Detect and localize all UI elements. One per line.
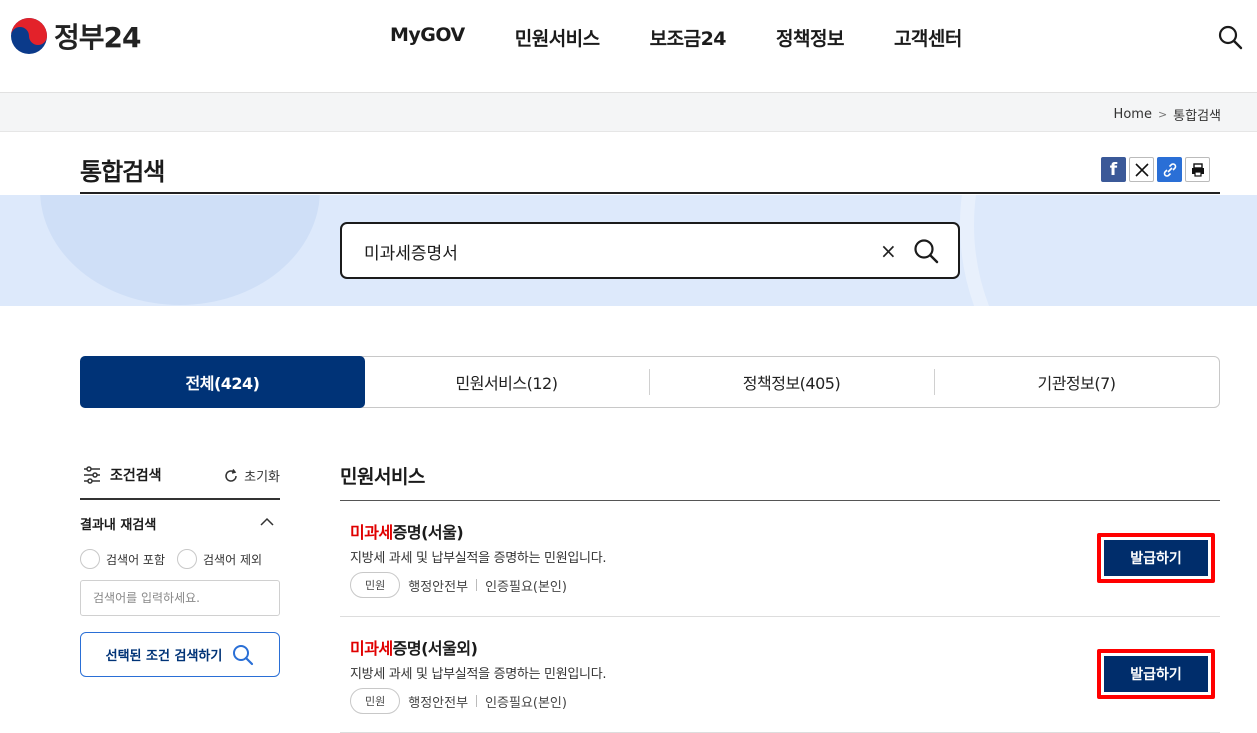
result-meta: 민원 행정안전부 인증필요(본인) xyxy=(350,688,567,714)
radio-circle[interactable] xyxy=(80,549,100,569)
title-rest: 증명(서울외) xyxy=(392,639,478,658)
reset-label: 초기화 xyxy=(244,470,280,485)
radio-circle[interactable] xyxy=(177,549,198,569)
reset-button[interactable]: 초기화 xyxy=(223,466,280,485)
title-highlight: 미과세 xyxy=(350,639,393,658)
refresh-icon xyxy=(225,468,237,482)
exclude-label: 검색어 제외 xyxy=(203,552,263,567)
agency-name: 행정안전부 xyxy=(408,695,469,711)
filter-sliders-icon xyxy=(84,466,100,484)
breadcrumb-home[interactable]: Home xyxy=(1114,107,1152,122)
refine-options: 검색어 포함 검색어 제외 xyxy=(80,549,262,569)
tab-civil-service[interactable]: 민원서비스(12) xyxy=(364,357,649,407)
search-icon[interactable] xyxy=(912,237,940,265)
main-search-box: × xyxy=(340,222,960,279)
filter-sidebar: 조건검색 초기화 결과내 재검색 검색어 포함 검색어 제외 선택된 조건 검색… xyxy=(80,456,280,677)
apply-conditions-label: 선택된 조건 검색하기 xyxy=(105,649,223,664)
banner-decoration xyxy=(960,195,1257,306)
clear-icon[interactable]: × xyxy=(880,239,897,263)
refine-search-input[interactable] xyxy=(80,580,280,616)
exclude-radio[interactable]: 검색어 제외 xyxy=(177,549,262,569)
site-header: 정부24 MyGOV 민원서비스 보조금24 정책정보 고객센터 xyxy=(0,0,1257,92)
issue-button[interactable]: 발급하기 xyxy=(1104,656,1208,692)
tab-all[interactable]: 전체(424) xyxy=(80,356,365,408)
taegeuk-logo-icon xyxy=(11,18,47,54)
title-row: 통합검색 f xyxy=(80,132,1220,194)
refine-title: 결과내 재검색 xyxy=(80,518,157,533)
results-section: 민원서비스 미과세증명(서울) 지방세 과세 및 납부실적을 증명하는 민원입니… xyxy=(340,456,1220,733)
breadcrumb-current: 통합검색 xyxy=(1173,109,1221,124)
auth-requirement: 인증필요(본인) xyxy=(485,579,567,595)
filter-header: 조건검색 초기화 xyxy=(80,456,280,500)
nav-civil-service[interactable]: 민원서비스 xyxy=(515,24,600,51)
meta-divider xyxy=(476,579,478,591)
nav-policy-info[interactable]: 정책정보 xyxy=(776,24,844,51)
print-icon[interactable] xyxy=(1185,157,1210,182)
result-meta: 민원 행정안전부 인증필요(본인) xyxy=(350,572,567,598)
nav-mygov[interactable]: MyGOV xyxy=(390,24,465,51)
logo-text: 정부24 xyxy=(54,21,141,54)
result-item: 미과세증명(서울외) 지방세 과세 및 납부실적을 증명하는 민원입니다. 민원… xyxy=(340,617,1220,733)
tab-agency-info[interactable]: 기관정보(7) xyxy=(934,357,1219,407)
agency-name: 행정안전부 xyxy=(408,579,469,595)
breadcrumb: Home > 통합검색 xyxy=(1114,105,1221,124)
category-badge: 민원 xyxy=(350,688,401,714)
copy-link-icon[interactable] xyxy=(1157,157,1182,182)
auth-requirement: 인증필요(본인) xyxy=(485,695,567,711)
result-title[interactable]: 미과세증명(서울) xyxy=(350,519,464,543)
result-description: 지방세 과세 및 납부실적을 증명하는 민원입니다. xyxy=(350,667,607,682)
title-highlight: 미과세 xyxy=(350,523,393,542)
highlight-box: 발급하기 xyxy=(1097,533,1215,583)
search-icon xyxy=(233,644,254,665)
result-description: 지방세 과세 및 납부실적을 증명하는 민원입니다. xyxy=(350,551,607,566)
banner-decoration xyxy=(40,195,320,305)
category-badge: 민원 xyxy=(350,572,401,598)
title-rest: 증명(서울) xyxy=(392,523,464,542)
search-input[interactable] xyxy=(364,239,864,263)
condition-search-label: 조건검색 xyxy=(110,468,162,484)
page-title: 통합검색 xyxy=(80,158,165,186)
nav-customer-center[interactable]: 고객센터 xyxy=(894,24,962,51)
logo[interactable]: 정부24 xyxy=(10,16,141,56)
include-radio[interactable]: 검색어 포함 xyxy=(80,549,165,569)
highlight-box: 발급하기 xyxy=(1097,649,1215,699)
chevron-up-icon[interactable] xyxy=(260,517,274,527)
condition-search-title: 조건검색 xyxy=(82,465,162,485)
result-title[interactable]: 미과세증명(서울외) xyxy=(350,635,478,659)
result-item: 미과세증명(서울) 지방세 과세 및 납부실적을 증명하는 민원입니다. 민원 … xyxy=(340,501,1220,617)
tab-policy-info[interactable]: 정책정보(405) xyxy=(649,357,934,407)
result-tabs: 전체(424) 민원서비스(12) 정책정보(405) 기관정보(7) xyxy=(80,356,1220,408)
meta-divider xyxy=(476,695,478,707)
facebook-icon[interactable]: f xyxy=(1101,157,1126,182)
include-label: 검색어 포함 xyxy=(106,552,166,567)
main-nav: MyGOV 민원서비스 보조금24 정책정보 고객센터 xyxy=(390,24,962,51)
section-title: 민원서비스 xyxy=(340,456,1220,501)
share-tools: f xyxy=(1101,157,1210,182)
breadcrumb-bar: Home > 통합검색 xyxy=(0,92,1257,132)
issue-button[interactable]: 발급하기 xyxy=(1104,540,1208,576)
chevron-right-icon: > xyxy=(1157,108,1168,121)
search-icon[interactable] xyxy=(1217,24,1243,50)
x-twitter-icon[interactable] xyxy=(1129,157,1154,182)
nav-subsidy24[interactable]: 보조금24 xyxy=(650,24,727,51)
apply-conditions-button[interactable]: 선택된 조건 검색하기 xyxy=(80,632,280,677)
